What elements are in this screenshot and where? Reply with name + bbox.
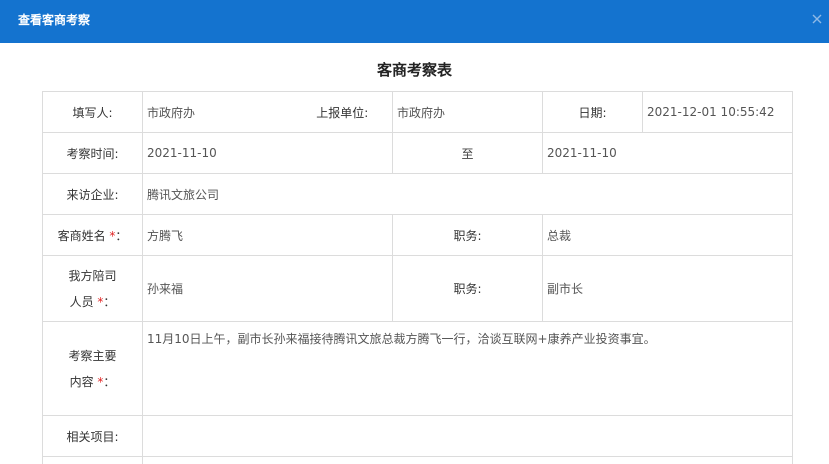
content-value: 11月10日上午，副市长孙来福接待腾讯文旅总裁方腾飞一行，洽谈互联网+康养产业投…: [142, 321, 793, 416]
table-row: 我方陪司 人员 *： 孙来福 职务: 副市长: [42, 255, 793, 322]
inspect-end-value: 2021-11-10: [542, 132, 793, 174]
company-label: 来访企业:: [42, 173, 143, 215]
host-label-cell: 我方陪司 人员 *：: [42, 255, 143, 322]
filler-label: 填写人:: [42, 91, 143, 133]
table-row: 填写人: 市政府办 上报单位: 市政府办 日期: 2021-12-01 10:5…: [42, 91, 793, 133]
table-row: 相关项目:: [42, 415, 793, 457]
guest-title-value: 总裁: [542, 214, 793, 256]
host-label-line2-wrap: 人员 *：: [47, 289, 138, 315]
inspection-form-table: 填写人: 市政府办 上报单位: 市政府办 日期: 2021-12-01 10:5…: [42, 91, 793, 464]
filler-value: 市政府办: [142, 91, 293, 133]
table-row: [42, 456, 793, 464]
form-heading: 客商考察表: [376, 61, 452, 79]
guest-name-label: 客商姓名: [57, 228, 106, 243]
next-row-label: [42, 456, 143, 464]
label-colon: ：: [103, 374, 116, 389]
unit-label: 上报单位:: [292, 91, 393, 133]
company-value: 腾讯文旅公司: [142, 173, 793, 215]
content-label-cell: 考察主要 内容 *：: [42, 321, 143, 416]
close-icon[interactable]: [809, 11, 825, 27]
host-title-label: 职务:: [392, 255, 543, 322]
host-label-line1: 我方陪司: [68, 268, 117, 283]
content-label-line1: 考察主要: [68, 348, 117, 363]
project-label: 相关项目:: [42, 415, 143, 457]
table-row: 考察主要 内容 *： 11月10日上午，副市长孙来福接待腾讯文旅总裁方腾飞一行，…: [42, 321, 793, 416]
guest-title-label: 职务:: [392, 214, 543, 256]
inspect-start-value: 2021-11-10: [142, 132, 393, 174]
table-row: 来访企业: 腾讯文旅公司: [42, 173, 793, 215]
next-row-value: [142, 456, 793, 464]
inspection-dialog: 查看客商考察 客商考察表 填写人: 市政府办 上报单位: 市政府办 日期: 20…: [0, 0, 829, 464]
host-title-value: 副市长: [542, 255, 793, 322]
host-value: 孙来福: [142, 255, 393, 322]
table-row: 考察时间: 2021-11-10 至 2021-11-10: [42, 132, 793, 174]
date-label: 日期:: [542, 91, 643, 133]
to-label: 至: [392, 132, 543, 174]
unit-value: 市政府办: [392, 91, 543, 133]
label-colon: ：: [103, 294, 116, 309]
dialog-body[interactable]: 客商考察表 填写人: 市政府办 上报单位: 市政府办 日期: 2021-12-0…: [0, 43, 829, 464]
guest-name-value: 方腾飞: [142, 214, 393, 256]
project-value: [142, 415, 793, 457]
inspect-time-label: 考察时间:: [42, 132, 143, 174]
dialog-title: 查看客商考察: [18, 13, 91, 27]
content-label-line2: 内容: [69, 374, 94, 389]
label-colon: ：: [115, 228, 128, 243]
dialog-titlebar: 查看客商考察: [0, 0, 829, 43]
table-row: 客商姓名 *： 方腾飞 职务: 总裁: [42, 214, 793, 256]
host-label-line2: 人员: [69, 294, 94, 309]
guest-name-label-cell: 客商姓名 *：: [42, 214, 143, 256]
date-value: 2021-12-01 10:55:42: [642, 91, 793, 133]
content-label-line2-wrap: 内容 *：: [47, 369, 138, 395]
